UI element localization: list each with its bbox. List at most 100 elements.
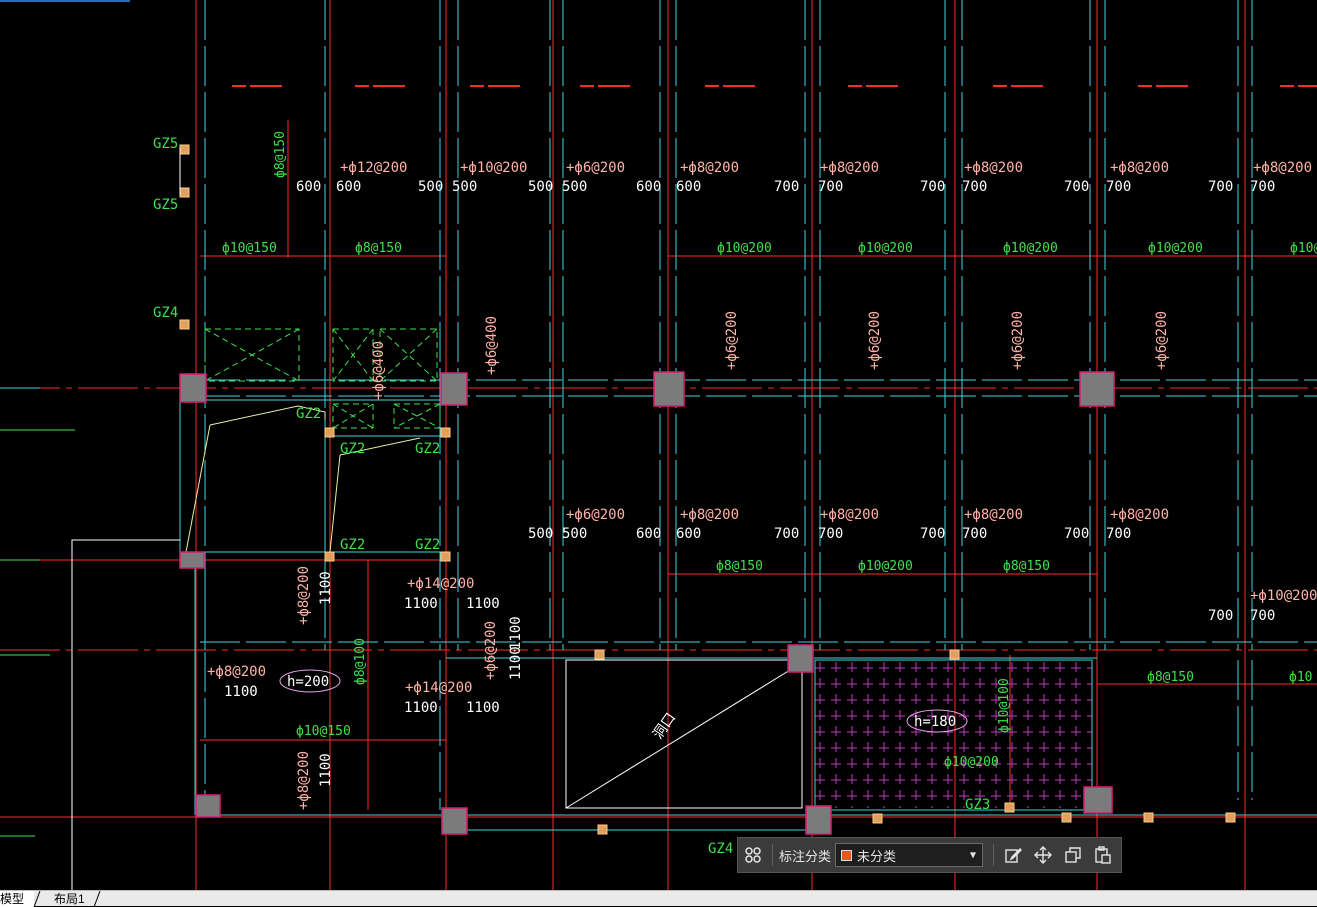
span-rebar-label: ф8@150 xyxy=(1147,670,1194,685)
span-rebar-label: ф10@200 xyxy=(1003,241,1058,256)
move-icon[interactable] xyxy=(1028,840,1058,870)
constructional-column xyxy=(179,187,190,198)
structural-column xyxy=(653,371,685,407)
rebar-label: +ф8@200 xyxy=(1253,160,1312,176)
rebar-label: +ф6@200 xyxy=(566,160,625,176)
structural-column xyxy=(440,372,468,406)
dimension-text: 700 xyxy=(818,526,843,542)
constructional-column xyxy=(1143,812,1154,823)
tab-layout-1[interactable]: 布局1 xyxy=(40,891,100,907)
dimension-text: 1100 xyxy=(404,596,438,612)
hatched-slab-border xyxy=(814,659,1093,811)
dimension-text: 1100 xyxy=(318,753,334,787)
constructional-column xyxy=(1225,812,1236,823)
category-dropdown[interactable]: 未分类 ▼ xyxy=(835,843,984,867)
dimension-text: 700 xyxy=(1208,608,1233,624)
structural-column xyxy=(787,644,814,673)
rebar-label: +ф8@200 xyxy=(1110,160,1169,176)
dimension-text: 1100 xyxy=(224,684,258,700)
vertical-rebar-label: +ф6@400 xyxy=(371,341,387,400)
slab-outline xyxy=(185,424,211,553)
vertical-rebar-label: +ф6@200 xyxy=(867,311,883,370)
rebar-label: +ф10@200 xyxy=(460,160,527,176)
toolbar-divider xyxy=(993,844,995,866)
dimension-text: 700 xyxy=(1106,526,1131,542)
dimension-text: 700 xyxy=(1208,179,1233,195)
span-rebar-label: ф10@150 xyxy=(222,241,277,256)
copy-icon[interactable] xyxy=(1058,840,1088,870)
column-label: GZ2 xyxy=(415,441,440,457)
dimension-text: 500 xyxy=(562,179,587,195)
vertical-rebar-label: +ф8@200 xyxy=(296,566,312,625)
opening-label: 洞口 xyxy=(650,710,679,742)
dimension-text: 600 xyxy=(676,179,701,195)
dimension-text: 700 xyxy=(1250,608,1275,624)
constructional-column xyxy=(1061,812,1072,823)
dimension-text: 700 xyxy=(1106,179,1131,195)
hatched-slab xyxy=(815,662,1092,808)
category-value: 未分类 xyxy=(857,848,897,864)
rebar-label: +ф8@200 xyxy=(820,160,879,176)
span-rebar-label: ф8@150 xyxy=(355,241,402,256)
dimension-text: 700 xyxy=(962,526,987,542)
structural-column xyxy=(195,794,221,818)
slab-thickness-label: h=180 xyxy=(914,714,956,730)
constructional-column xyxy=(179,144,190,155)
dimension-text: 600 xyxy=(336,179,361,195)
constructional-column xyxy=(949,649,960,660)
vertical-rebar-label: +ф6@200 xyxy=(1154,311,1170,370)
vertical-rebar-label: +ф6@200 xyxy=(724,311,740,370)
column-label: GZ3 xyxy=(965,797,990,813)
dimension-text: 700 xyxy=(818,179,843,195)
rebar-label: +ф8@200 xyxy=(680,507,739,523)
dimension-text: 600 xyxy=(296,179,321,195)
rebar-label: +ф8@200 xyxy=(820,507,879,523)
rebar-label: +ф8@200 xyxy=(964,160,1023,176)
vertical-rebar-label: +ф6@400 xyxy=(484,316,500,375)
dimension-text: 700 xyxy=(920,526,945,542)
dimension-text: 700 xyxy=(774,179,799,195)
tab-model[interactable]: 模型 xyxy=(0,891,34,907)
structural-column xyxy=(1083,786,1113,814)
rebar-label: +ф12@200 xyxy=(340,160,407,176)
paste-icon[interactable] xyxy=(1088,840,1118,870)
span-rebar-label: ф10@ xyxy=(1290,241,1317,256)
annotation-toolbar: 标注分类 未分类 ▼ xyxy=(737,837,1122,873)
caret-down-icon: ▼ xyxy=(969,849,977,861)
vertical-rebar-label: +ф6@200 xyxy=(483,621,499,680)
annotation-labels: GZ5 GZ5 GZ4 GZ2 GZ2 GZ2 GZ2 GZ2 GZ3 GZ4 +ф12@200 +ф… xyxy=(153,131,1317,857)
wall-lines xyxy=(0,0,1317,890)
edit-icon[interactable] xyxy=(998,840,1028,870)
dimension-text: 700 xyxy=(1064,179,1089,195)
slab-outline xyxy=(329,454,341,553)
dimension-text: 500 xyxy=(528,526,553,542)
rebar-label: +ф14@200 xyxy=(407,576,474,592)
vertical-rebar-label: ф8@150 xyxy=(273,131,288,178)
vertical-rebar-label: ф8@100 xyxy=(353,638,368,685)
layout-tab-bar: 模型 布局1 xyxy=(0,890,1317,907)
span-rebar-label: ф10@200 xyxy=(858,241,913,256)
structural-column xyxy=(805,805,832,835)
dimension-text: 600 xyxy=(676,526,701,542)
dimension-text: 1100 xyxy=(466,596,500,612)
dimension-text: 700 xyxy=(920,179,945,195)
column-label: GZ5 xyxy=(153,197,178,213)
column-label: GZ2 xyxy=(340,537,365,553)
structural-column xyxy=(179,373,207,403)
structural-column xyxy=(1079,371,1115,407)
span-rebar-label: ф10@200 xyxy=(1148,241,1203,256)
rebar-label: +ф6@200 xyxy=(566,507,625,523)
dimension-text: 1100 xyxy=(466,700,500,716)
span-rebar-label: ф8@150 xyxy=(716,559,763,574)
column-label: GZ5 xyxy=(153,136,178,152)
constructional-column xyxy=(324,427,335,438)
constructional-column xyxy=(594,649,605,660)
dimension-text: 1100 xyxy=(318,571,334,605)
span-rebar-label: ф10@150 xyxy=(296,724,351,739)
constructional-column xyxy=(440,551,451,562)
tab-separator-icon xyxy=(93,891,101,907)
dimension-text: 500 xyxy=(418,179,443,195)
cad-drawing-canvas[interactable]: GZ5 GZ5 GZ4 GZ2 GZ2 GZ2 GZ2 GZ2 GZ3 GZ4 +ф12@200 +ф… xyxy=(0,0,1317,890)
grid-layout-icon[interactable] xyxy=(738,840,768,870)
vertical-rebar-label: +ф8@200 xyxy=(296,751,312,810)
